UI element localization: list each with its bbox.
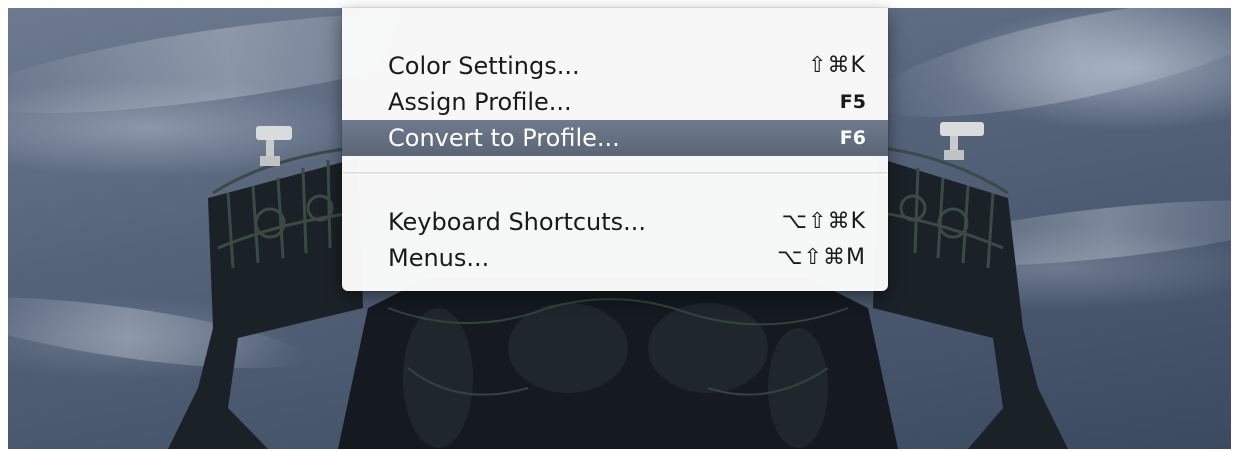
menu-item-convert-to-profile[interactable]: Convert to Profile... F6 <box>342 120 888 156</box>
menu-item-label: Assign Profile... <box>388 88 572 116</box>
menu-separator <box>343 172 887 175</box>
security-camera-right <box>940 122 984 160</box>
menu-item-label: Keyboard Shortcuts... <box>388 208 647 236</box>
menu-item-label: Convert to Profile... <box>388 124 620 152</box>
menu-item-color-settings[interactable]: Color Settings... ⇧⌘K <box>342 48 888 84</box>
menu-item-label: Menus... <box>388 244 490 272</box>
menu-item-shortcut: ⌥⇧⌘K <box>781 209 866 234</box>
menu-item-shortcut: F5 <box>839 91 866 113</box>
menu-item-keyboard-shortcuts[interactable]: Keyboard Shortcuts... ⌥⇧⌘K <box>342 204 888 240</box>
screenshot-frame: Color Settings... ⇧⌘K Assign Profile... … <box>0 0 1233 451</box>
menu-item-shortcut: ⇧⌘K <box>808 53 866 78</box>
menu-item-shortcut: F6 <box>839 127 866 149</box>
menu-item-menus[interactable]: Menus... ⌥⇧⌘M <box>342 240 888 276</box>
menu-item-assign-profile[interactable]: Assign Profile... F5 <box>342 84 888 120</box>
edit-dropdown-menu: Color Settings... ⇧⌘K Assign Profile... … <box>342 8 888 291</box>
menu-item-shortcut: ⌥⇧⌘M <box>777 245 866 270</box>
menu-item-label: Color Settings... <box>388 52 580 80</box>
